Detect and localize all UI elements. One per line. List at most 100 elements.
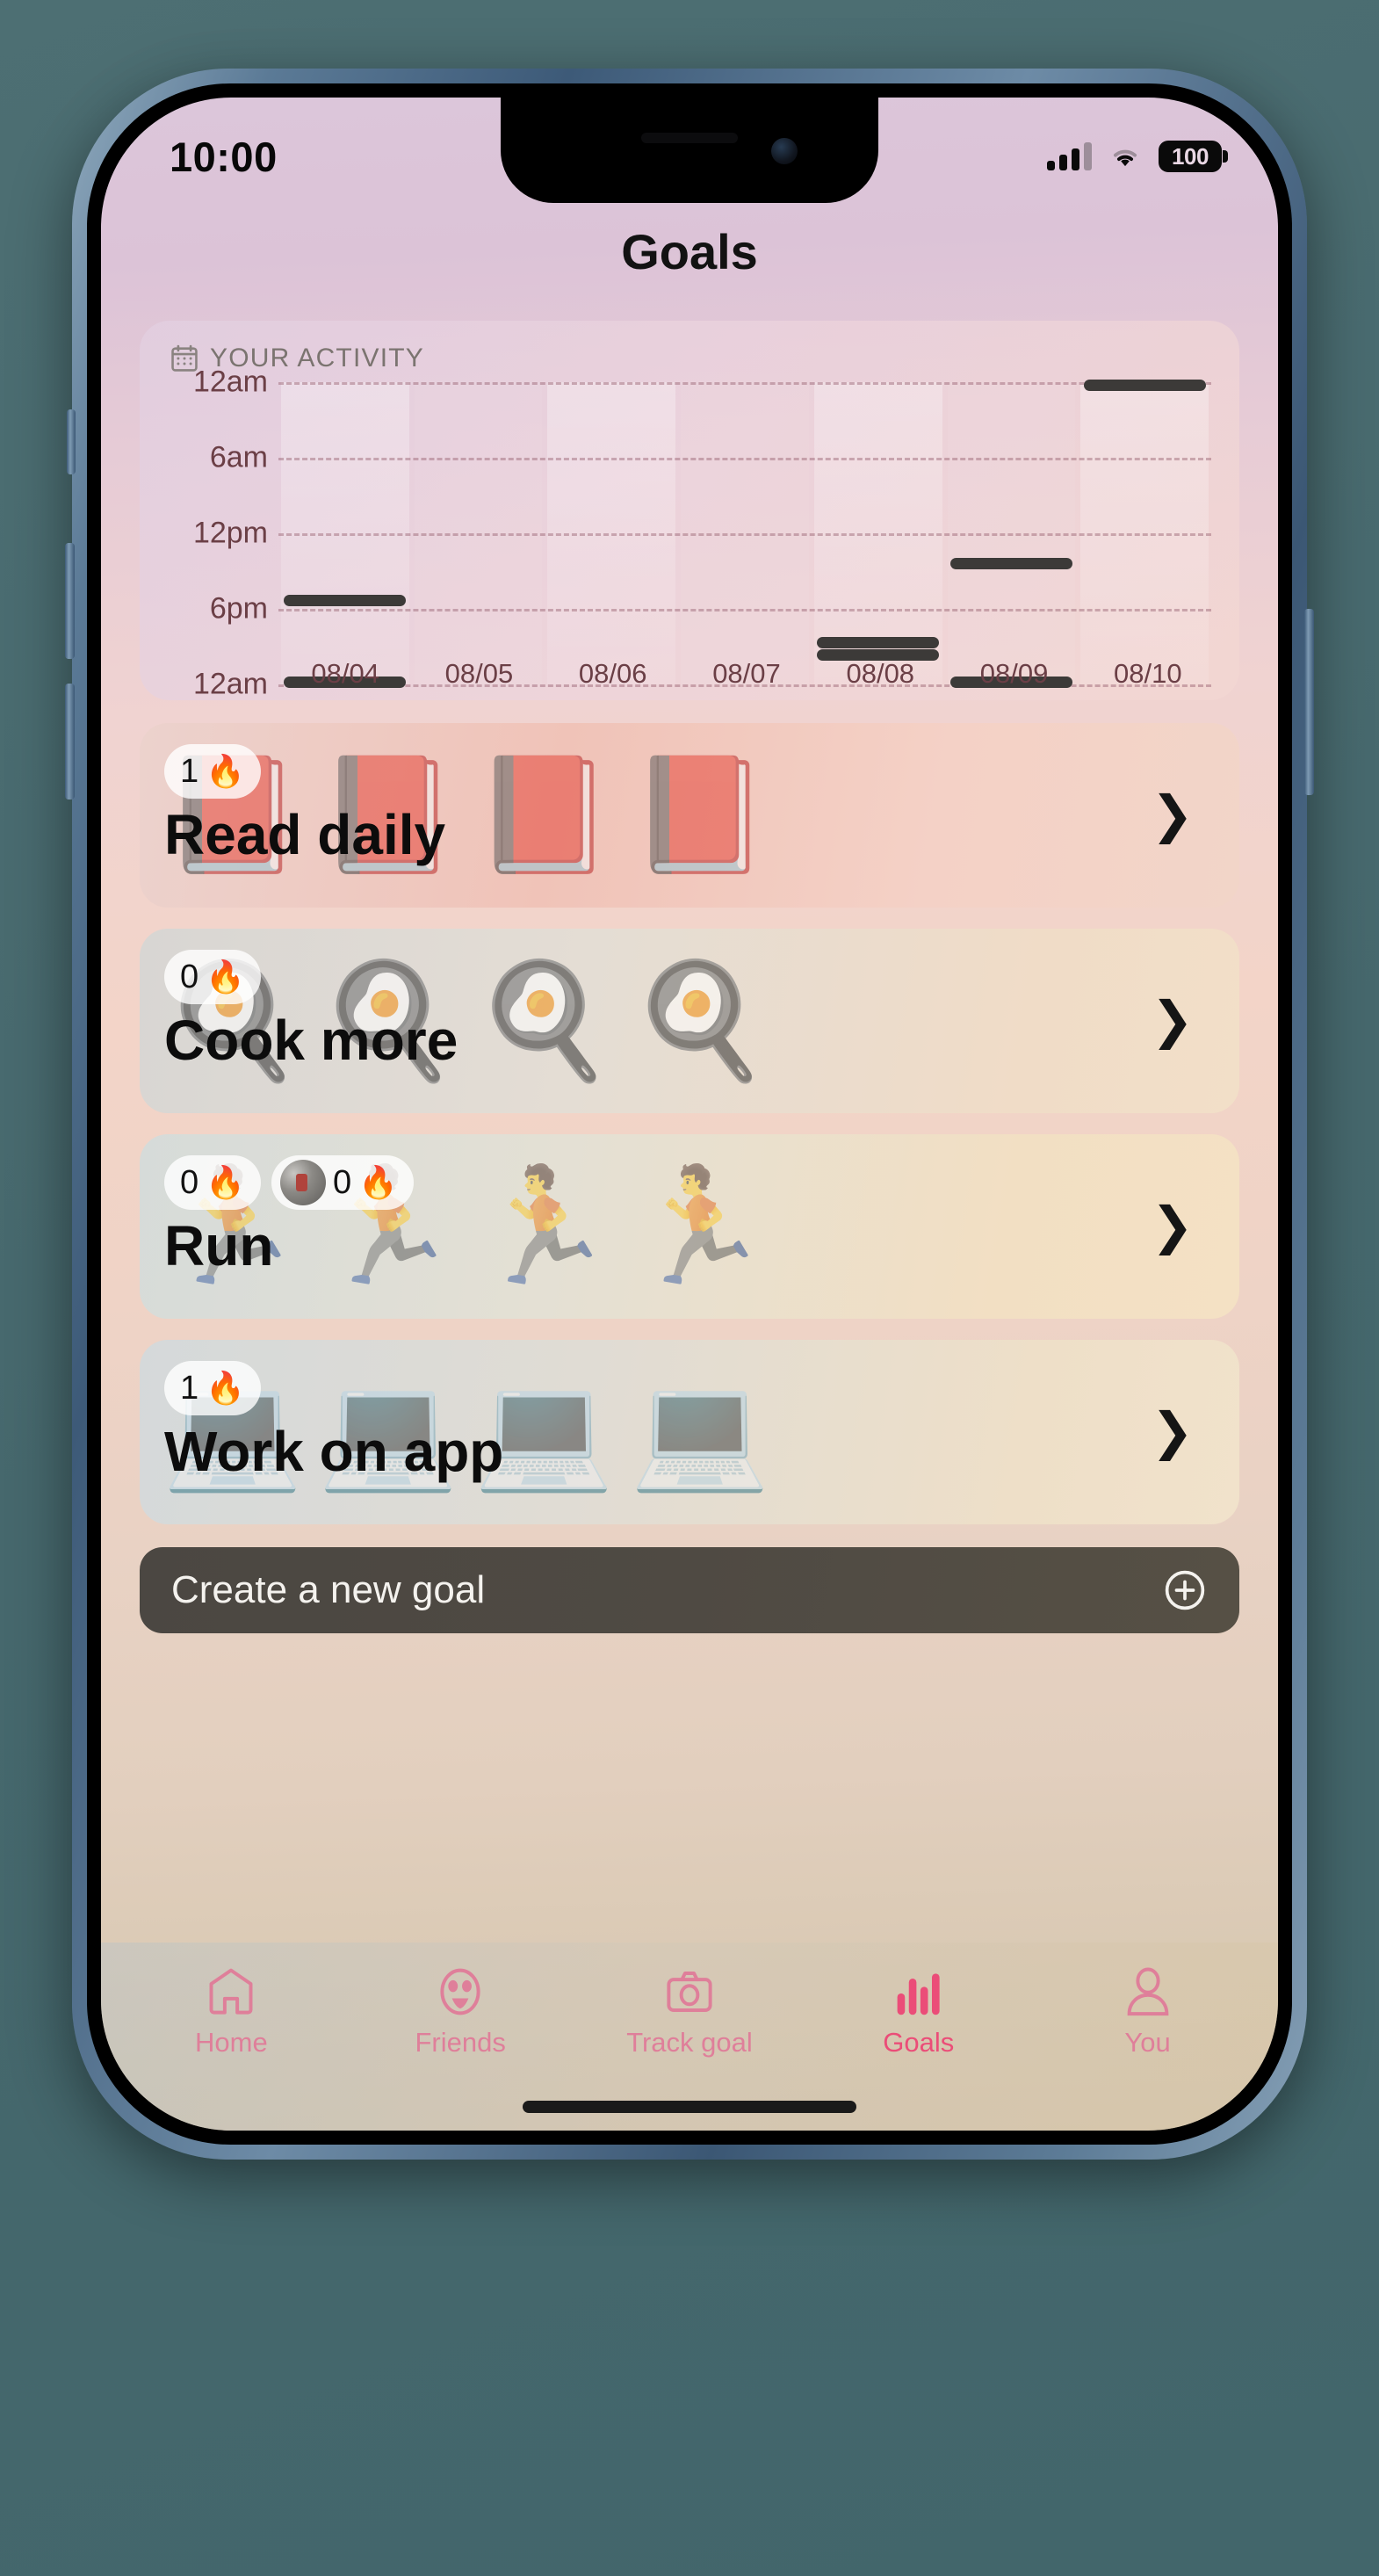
- goal-emoji: 📕: [473, 752, 615, 878]
- goal-emoji: 🏃: [473, 1163, 615, 1289]
- volume-up-button[interactable]: [65, 543, 75, 659]
- battery-icon: 100: [1159, 141, 1228, 172]
- avatar: [279, 1160, 326, 1205]
- tab-label: Home: [195, 2027, 268, 2058]
- chart-x-tick: 08/06: [578, 658, 647, 689]
- tab-home[interactable]: Home: [117, 1955, 346, 2131]
- flame-icon: 🔥: [206, 1370, 245, 1406]
- chart-activity-mark: [284, 594, 407, 606]
- chart-y-tick: 6pm: [209, 591, 268, 626]
- chart-gridline: [278, 458, 1211, 460]
- power-button[interactable]: [1304, 609, 1314, 795]
- streak-badge[interactable]: 1 🔥: [164, 744, 261, 799]
- phone-screen: 10:00 100 Goals YOUR ACTIVITY 12am 6am 1…: [101, 98, 1278, 2131]
- phone-frame: 10:00 100 Goals YOUR ACTIVITY 12am 6am 1…: [65, 69, 1314, 2160]
- goal-title: Cook more: [164, 1009, 458, 1072]
- chart-gridline: [278, 382, 1211, 385]
- home-indicator[interactable]: [523, 2101, 856, 2113]
- streak-badge[interactable]: 0 🔥: [164, 950, 261, 1004]
- chart-x-tick: 08/09: [979, 658, 1049, 689]
- activity-card-header: YOUR ACTIVITY: [159, 344, 1215, 373]
- chart-y-axis: 12am 6am 12pm 6pm 12am: [159, 365, 278, 701]
- goal-emoji: 🍳: [473, 958, 615, 1083]
- chart-plot-area: [278, 380, 1211, 688]
- chevron-right-icon[interactable]: ❯: [1151, 1201, 1194, 1252]
- goal-card-run[interactable]: 🏃 🏃 🏃 🏃 0 🔥 0 🔥 Run ❯: [140, 1134, 1239, 1319]
- goal-card-read[interactable]: 📕 📕 📕 📕 1 🔥 Read daily ❯: [140, 723, 1239, 908]
- activity-chart[interactable]: 12am 6am 12pm 6pm 12am 08/04 08/05 08/06 08/07 0…: [159, 365, 1215, 701]
- streak-count: 1: [180, 752, 199, 790]
- chart-x-tick: 08/04: [311, 658, 379, 689]
- tab-label: Track goal: [626, 2027, 753, 2058]
- tab-label: Friends: [415, 2027, 506, 2058]
- streak-badge[interactable]: 0 🔥: [271, 1155, 414, 1210]
- goal-emoji: 📕: [630, 752, 770, 878]
- status-clock: 10:00: [170, 133, 278, 180]
- wifi-icon: [1113, 149, 1137, 167]
- chart-y-tick: 12pm: [192, 516, 268, 550]
- goal-badge-group: 1 🔥: [164, 1361, 261, 1415]
- silent-switch[interactable]: [67, 409, 76, 474]
- bar-chart-icon: [897, 1973, 940, 2015]
- streak-count: 1: [180, 1369, 199, 1407]
- chart-activity-mark: [817, 636, 940, 648]
- flame-icon: 🔥: [206, 959, 245, 995]
- home-icon: [209, 1968, 253, 2015]
- chevron-right-icon[interactable]: ❯: [1151, 790, 1194, 841]
- streak-badge[interactable]: 0 🔥: [164, 1155, 261, 1210]
- goal-badge-group: 0 🔥: [164, 950, 261, 1004]
- chart-y-tick: 12am: [192, 667, 268, 701]
- chart-y-tick: 6am: [209, 440, 268, 474]
- flame-icon: 🔥: [206, 753, 245, 789]
- tab-label: Goals: [883, 2027, 955, 2058]
- chart-gridline: [278, 609, 1211, 611]
- camera-icon: [667, 1972, 712, 2012]
- front-camera-icon: [771, 138, 798, 164]
- streak-badge[interactable]: 1 🔥: [164, 1361, 261, 1415]
- chevron-right-icon[interactable]: ❯: [1151, 1407, 1194, 1458]
- activity-chart-card[interactable]: YOUR ACTIVITY 12am 6am 12pm 6pm 12am 08/04 08…: [140, 321, 1239, 701]
- goal-emoji: 💻: [630, 1369, 770, 1494]
- chart-activity-mark: [949, 558, 1072, 570]
- goal-badge-group: 0 🔥 0 🔥: [164, 1155, 414, 1210]
- tab-you[interactable]: You: [1033, 1955, 1262, 2131]
- page-title: Goals: [621, 223, 758, 279]
- chart-x-tick: 08/07: [712, 658, 781, 689]
- create-goal-label: Create a new goal: [171, 1568, 486, 1611]
- main-content: YOUR ACTIVITY 12am 6am 12pm 6pm 12am 08/04 08…: [101, 298, 1278, 1943]
- plus-circle-icon[interactable]: [1162, 1567, 1208, 1613]
- chart-x-tick: 08/08: [846, 658, 915, 689]
- goal-card-cook[interactable]: 🍳 🍳 🍳 🍳 0 🔥 Cook more ❯: [140, 929, 1239, 1113]
- chart-y-tick: 12am: [192, 365, 268, 399]
- chart-x-axis: 08/04 08/05 08/06 08/07 08/08 08/09 08/10: [278, 658, 1215, 690]
- chart-x-tick: 08/10: [1114, 658, 1182, 689]
- phone-bezel: 10:00 100 Goals YOUR ACTIVITY 12am 6am 1…: [87, 83, 1292, 2145]
- streak-count: 0: [332, 1163, 352, 1201]
- nav-bar: Goals: [101, 203, 1278, 300]
- friends-icon: [440, 1968, 480, 2015]
- status-indicators: 100: [1047, 141, 1228, 172]
- goal-card-work[interactable]: 💻 💻 💻 💻 1 🔥 Work on app ❯: [140, 1340, 1239, 1524]
- chart-gridline: [278, 533, 1211, 536]
- goal-list: 📕 📕 📕 📕 1 🔥 Read daily ❯ 🍳 🍳 🍳 🍳 0 🔥 Cook more ❯ 🏃 🏃 🏃 🏃 0 🔥 0…: [140, 723, 1239, 1524]
- create-goal-button[interactable]: Create a new goal: [140, 1547, 1239, 1633]
- chart-x-tick: 08/05: [444, 658, 514, 689]
- battery-percent: 100: [1172, 142, 1209, 170]
- cellular-bars-icon: [1047, 142, 1092, 170]
- notch: [501, 98, 878, 203]
- streak-count: 0: [180, 1163, 199, 1201]
- tab-label: You: [1124, 2027, 1171, 2058]
- goal-badge-group: 1 🔥: [164, 744, 261, 799]
- person-icon: [1127, 1967, 1168, 2016]
- goal-title: Run: [164, 1214, 274, 1277]
- campfire-icon: 🔥: [358, 1164, 398, 1200]
- goal-emoji: 🍳: [630, 958, 770, 1083]
- streak-count: 0: [180, 958, 199, 995]
- earpiece-speaker: [641, 133, 738, 143]
- chart-activity-mark: [1083, 380, 1206, 392]
- goal-title: Read daily: [164, 803, 446, 866]
- chevron-right-icon[interactable]: ❯: [1151, 995, 1194, 1046]
- volume-down-button[interactable]: [65, 684, 75, 800]
- goal-title: Work on app: [164, 1420, 504, 1483]
- goal-emoji: 🏃: [630, 1163, 770, 1289]
